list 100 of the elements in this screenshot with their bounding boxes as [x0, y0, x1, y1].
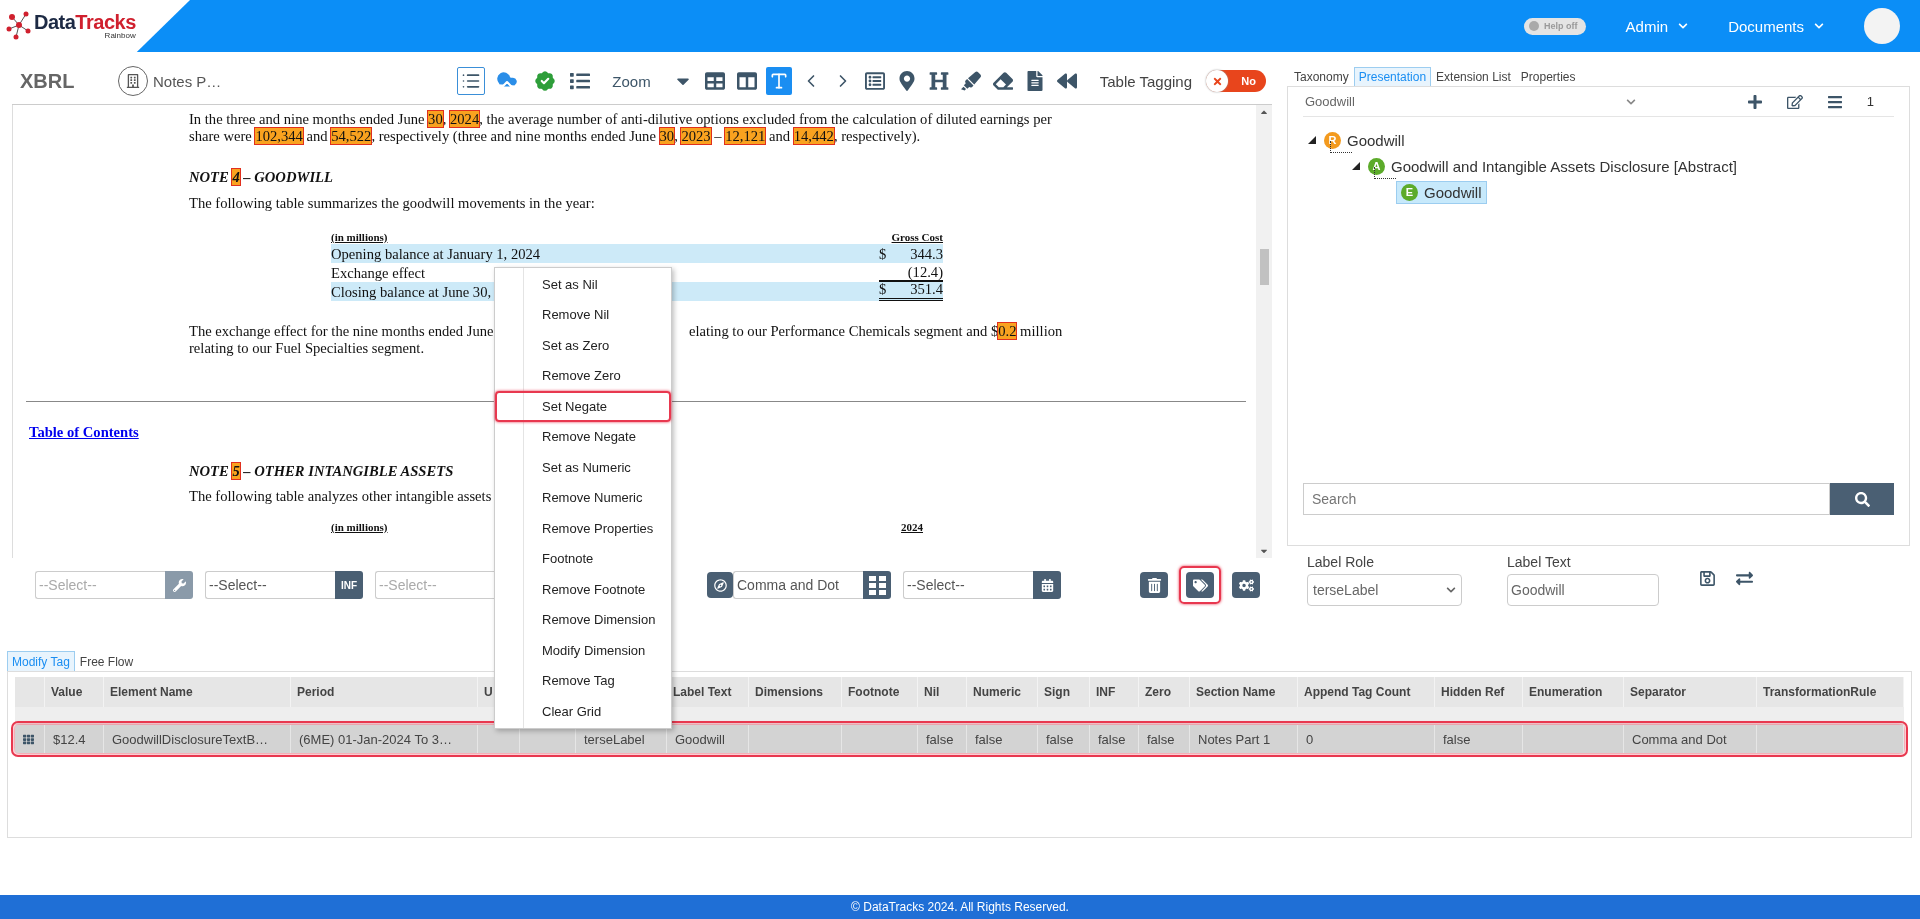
panel-tab[interactable]: Properties [1515, 67, 1581, 86]
menu-item[interactable]: Remove Numeric [495, 482, 671, 513]
search-button[interactable] [1830, 483, 1894, 515]
paragraph-text: The exchange effect for the nine months ended June [189, 323, 494, 340]
compass-button[interactable] [707, 572, 733, 598]
menu-item[interactable]: Remove Nil [495, 299, 671, 330]
logo[interactable]: DataTracks Rainbow [0, 0, 190, 52]
menu-item[interactable]: Clear Grid [495, 696, 671, 727]
table-header: (in millions) [331, 231, 388, 244]
menu-item[interactable]: Set as Numeric [495, 452, 671, 483]
table-icon [704, 71, 725, 91]
drag-handle-icon[interactable] [23, 733, 34, 745]
toolbar-button[interactable] [765, 67, 792, 95]
grid-cell: $12.4 [53, 731, 86, 747]
grid-cell: false [926, 731, 954, 747]
table-header: 2024 [901, 521, 923, 534]
menu-item[interactable]: Footnote [495, 543, 671, 574]
menu-icon[interactable] [1826, 93, 1843, 110]
column-header: Footnote [848, 685, 900, 699]
trash-icon [1146, 577, 1162, 593]
column-header: Hidden Ref [1441, 685, 1505, 699]
grid-cell: false [1147, 731, 1175, 747]
calendar-button[interactable] [1033, 571, 1061, 599]
search-field[interactable]: Search [1303, 483, 1830, 515]
app-title: XBRL [20, 69, 76, 93]
section-selector[interactable]: Notes P… [118, 66, 222, 96]
tree-node[interactable]: E Goodwill [1396, 180, 1487, 204]
menu-item[interactable]: Modify Dimension [495, 635, 671, 666]
x-icon [1211, 75, 1223, 87]
paragraph-text: The following table analyzes other intangible assets [189, 488, 492, 505]
menu-item[interactable]: Set as Zero [495, 330, 671, 361]
scrollbar-thumb[interactable] [1259, 248, 1269, 285]
swap-icon[interactable] [1736, 570, 1753, 587]
label-role-select[interactable]: terseLabel [1307, 574, 1462, 606]
menu-item[interactable]: Set as Nil [495, 269, 671, 300]
field-label: Label Role [1307, 554, 1375, 570]
avatar[interactable] [1864, 8, 1900, 44]
table-header: (in millions) [331, 521, 388, 534]
menu-item[interactable]: Remove Dimension [495, 604, 671, 635]
menu-item[interactable]: Remove Negate [495, 421, 671, 452]
grid-tab[interactable]: Free Flow [74, 651, 139, 671]
select-field[interactable]: --Select-- [205, 571, 335, 599]
column-header: INF [1096, 685, 1116, 699]
note-heading: NOTE 5 – OTHER INTANGIBLE ASSETS [189, 463, 454, 480]
menu-item[interactable]: Remove Tag [495, 665, 671, 696]
column-header: U [484, 685, 493, 699]
grid-cell: Comma and Dot [1632, 731, 1727, 747]
table-of-contents-link[interactable]: Table of Contents [29, 424, 139, 441]
select-field[interactable]: --Select-- [903, 571, 1033, 599]
edit-icon[interactable] [1786, 93, 1803, 110]
chevron-down-icon [1626, 96, 1636, 107]
menu-item[interactable]: Set Negate [495, 391, 671, 422]
grid-cell: terseLabel [584, 731, 645, 747]
heading-icon [928, 71, 949, 91]
footer: © DataTracks 2024. All Rights Reserved. [0, 895, 1920, 919]
tag-button[interactable] [1186, 572, 1214, 598]
text-field[interactable]: Comma and Dot [733, 571, 863, 599]
save-icon[interactable] [1699, 570, 1716, 587]
tag-icon [1192, 577, 1208, 593]
row-label: Opening balance at January 1, 2024 [331, 246, 541, 263]
add-icon[interactable] [1746, 93, 1763, 110]
scrollbar[interactable] [1256, 105, 1272, 558]
column-header: Numeric [973, 685, 1022, 699]
column-header: Label Text [673, 685, 732, 699]
brand-tagline: Rainbow [104, 32, 136, 40]
column-header: Enumeration [1529, 685, 1603, 699]
toolbar-button[interactable] [457, 67, 486, 95]
expander-icon[interactable] [1308, 136, 1316, 144]
menu-item[interactable]: Remove Zero [495, 360, 671, 391]
expander-icon[interactable] [1352, 162, 1360, 170]
search-icon [1854, 491, 1870, 507]
menu-item[interactable]: Remove Properties [495, 513, 671, 544]
grid-button[interactable] [863, 571, 891, 599]
list-icon [461, 71, 482, 91]
column-header: Nil [924, 685, 940, 699]
dropdown[interactable]: Goodwill [1303, 94, 1638, 109]
compass-icon [713, 578, 727, 592]
wrench-button[interactable] [165, 571, 193, 599]
columns-icon [736, 71, 757, 91]
column-header: Separator [1630, 685, 1687, 699]
column-header: TransformationRule [1763, 685, 1877, 699]
amount: $ 351.4 [879, 280, 943, 301]
settings-button[interactable] [1232, 572, 1260, 598]
inf-button[interactable]: INF [335, 571, 363, 599]
grid-icon [868, 575, 886, 595]
label-text-field[interactable]: Goodwill [1507, 574, 1659, 606]
grid-cell: false [1098, 731, 1126, 747]
grid-cell: Notes Part 1 [1198, 731, 1271, 747]
delete-button[interactable] [1140, 572, 1168, 598]
table-tagging-toggle[interactable]: No [1206, 70, 1266, 92]
wrench-icon [172, 578, 186, 592]
grid-cell: false [1046, 731, 1074, 747]
zoom-button[interactable]: Zoom [609, 67, 654, 95]
amount: $ 344.3 [879, 246, 943, 263]
column-header: Zero [1145, 685, 1171, 699]
panel-tab[interactable]: Extension List [1431, 67, 1516, 86]
table-header: Gross Cost [891, 231, 943, 244]
panel-tab[interactable]: Taxonomy [1289, 67, 1354, 86]
paragraph-text: relating to our Fuel Specialties segment. [189, 340, 425, 357]
grid-cell: false [1443, 731, 1471, 747]
